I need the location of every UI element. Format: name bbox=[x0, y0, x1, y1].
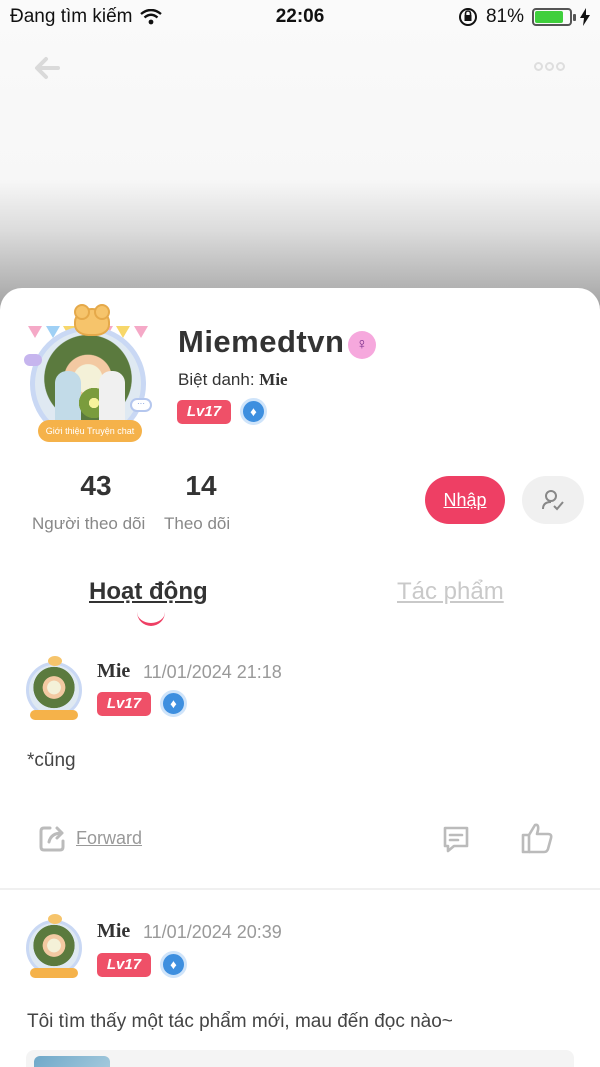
nickname-value: Mie bbox=[259, 370, 288, 389]
thumbs-up-icon bbox=[521, 823, 553, 854]
back-button[interactable] bbox=[28, 48, 68, 88]
profile-cover bbox=[0, 0, 600, 320]
profile-username: Miemedtvn bbox=[178, 324, 345, 359]
profile-action-button[interactable] bbox=[522, 476, 584, 524]
chat-bubble-decoration bbox=[24, 354, 42, 366]
drop-badge-icon: ♦ bbox=[160, 690, 187, 717]
shared-work-card[interactable] bbox=[26, 1050, 574, 1067]
status-bar: Đang tìm kiếm 22:06 81% bbox=[0, 0, 600, 34]
post-text: Tôi tìm thấy một tác phẩm mới, mau đến đ… bbox=[27, 1011, 453, 1032]
forward-button[interactable]: Forward bbox=[36, 822, 142, 854]
user-check-icon bbox=[542, 490, 564, 511]
drop-badge-icon: ♦ bbox=[240, 398, 267, 425]
more-dots-icon bbox=[534, 62, 543, 71]
level-badge: Lv17 bbox=[97, 692, 151, 716]
shared-work-thumbnail bbox=[34, 1056, 110, 1067]
followers-count[interactable]: 43 bbox=[56, 470, 136, 502]
nickname-label: Biệt danh: bbox=[178, 370, 260, 389]
avatar-frame-tag: Giới thiệu Truyện chat bbox=[38, 420, 142, 442]
more-button[interactable] bbox=[534, 58, 570, 76]
chat-bubble-decoration: ··· bbox=[130, 398, 152, 412]
post-timestamp: 11/01/2024 20:39 bbox=[143, 922, 282, 942]
post-author-avatar[interactable] bbox=[22, 656, 86, 720]
post-author-name[interactable]: Mie bbox=[97, 660, 130, 683]
profile-nickname: Biệt danh: Mie bbox=[178, 370, 288, 390]
level-badge: Lv17 bbox=[177, 400, 231, 424]
profile-avatar[interactable]: ··· Giới thiệu Truyện chat bbox=[18, 304, 158, 448]
orientation-lock-icon bbox=[458, 8, 477, 26]
arrow-left-icon bbox=[35, 57, 60, 79]
following-label[interactable]: Theo dõi bbox=[164, 514, 230, 534]
post-text: *cũng bbox=[27, 750, 76, 771]
post-divider bbox=[0, 888, 600, 890]
forward-label: Forward bbox=[76, 827, 143, 848]
followers-label[interactable]: Người theo dõi bbox=[32, 514, 145, 534]
following-count[interactable]: 14 bbox=[161, 470, 241, 502]
share-icon bbox=[39, 826, 65, 852]
post-author-name[interactable]: Mie bbox=[97, 920, 130, 943]
post-timestamp: 11/01/2024 21:18 bbox=[143, 662, 282, 682]
female-symbol-icon: ♀ bbox=[348, 331, 376, 359]
tab-works[interactable]: Tác phẩm bbox=[397, 578, 504, 606]
comment-button[interactable] bbox=[440, 823, 472, 855]
post-author-avatar[interactable] bbox=[22, 914, 86, 978]
battery-percent: 81% bbox=[485, 6, 524, 27]
tab-activity[interactable]: Hoạt động bbox=[89, 578, 208, 606]
comment-icon bbox=[443, 826, 469, 853]
level-badge: Lv17 bbox=[97, 953, 151, 977]
drop-badge-icon: ♦ bbox=[160, 951, 187, 978]
bear-decoration bbox=[74, 304, 110, 336]
follow-button[interactable]: Nhập bbox=[425, 476, 505, 524]
like-button[interactable] bbox=[519, 820, 555, 856]
charging-icon bbox=[580, 8, 590, 26]
battery-icon bbox=[532, 8, 576, 26]
